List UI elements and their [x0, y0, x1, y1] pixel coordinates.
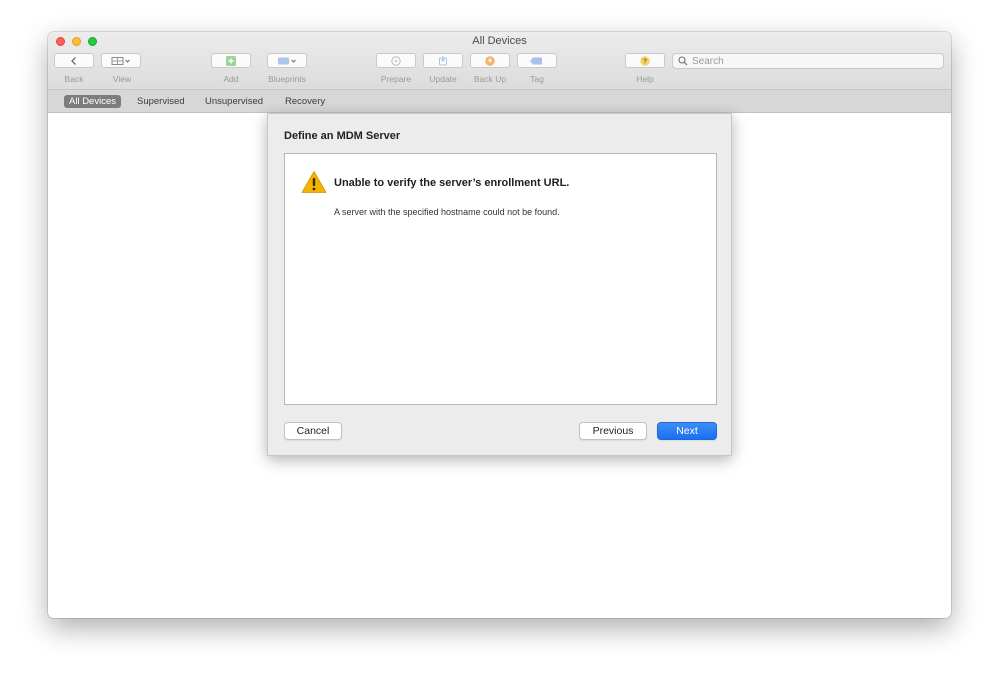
blueprints-label: Blueprints: [268, 74, 306, 84]
tag-icon: [530, 57, 542, 64]
update-icon: [439, 55, 447, 65]
help-label: Help: [636, 74, 654, 84]
back-button[interactable]: [54, 53, 94, 68]
prepare-button[interactable]: [376, 53, 416, 68]
help-button[interactable]: ?: [625, 53, 665, 68]
error-message: A server with the specified hostname cou…: [334, 207, 560, 217]
backup-button[interactable]: [470, 53, 510, 68]
add-button[interactable]: [211, 53, 251, 68]
previous-button[interactable]: Previous: [579, 422, 647, 440]
window-title: All Devices: [472, 35, 527, 47]
scope-recovery[interactable]: Recovery: [280, 95, 330, 108]
app-window: All Devices Back View Add Blueprints Pre…: [48, 32, 951, 618]
message-panel: Unable to verify the server’s enrollment…: [284, 153, 717, 405]
search-icon: [678, 56, 688, 66]
svg-text:?: ?: [643, 58, 647, 65]
scope-all-devices[interactable]: All Devices: [64, 95, 121, 108]
toolbar: All Devices Back View Add Blueprints Pre…: [48, 32, 951, 90]
help-icon: ?: [640, 55, 650, 66]
view-grid-icon: [111, 56, 130, 65]
chevron-left-icon: [71, 56, 76, 65]
scope-supervised[interactable]: Supervised: [132, 95, 190, 108]
mdm-server-sheet: Define an MDM Server Unable to verify th…: [267, 113, 732, 456]
search-input[interactable]: [688, 55, 932, 67]
view-label: View: [112, 74, 132, 84]
next-button[interactable]: Next: [657, 422, 717, 440]
warning-icon: [301, 171, 327, 193]
prepare-icon: [391, 55, 401, 66]
cancel-button[interactable]: Cancel: [284, 422, 342, 440]
view-button[interactable]: [101, 53, 141, 68]
scope-bar: All Devices Supervised Unsupervised Reco…: [48, 90, 951, 113]
sheet-title: Define an MDM Server: [284, 130, 401, 142]
error-title: Unable to verify the server’s enrollment…: [334, 177, 570, 189]
add-label: Add: [223, 74, 239, 84]
blueprint-icon: [278, 57, 296, 64]
blueprints-button[interactable]: [267, 53, 307, 68]
update-button[interactable]: [423, 53, 463, 68]
search-field[interactable]: [672, 53, 944, 69]
add-icon: [226, 55, 236, 66]
tag-button[interactable]: [517, 53, 557, 68]
scope-unsupervised[interactable]: Unsupervised: [200, 95, 268, 108]
backup-icon: [485, 55, 495, 66]
tag-label: Tag: [530, 74, 544, 84]
